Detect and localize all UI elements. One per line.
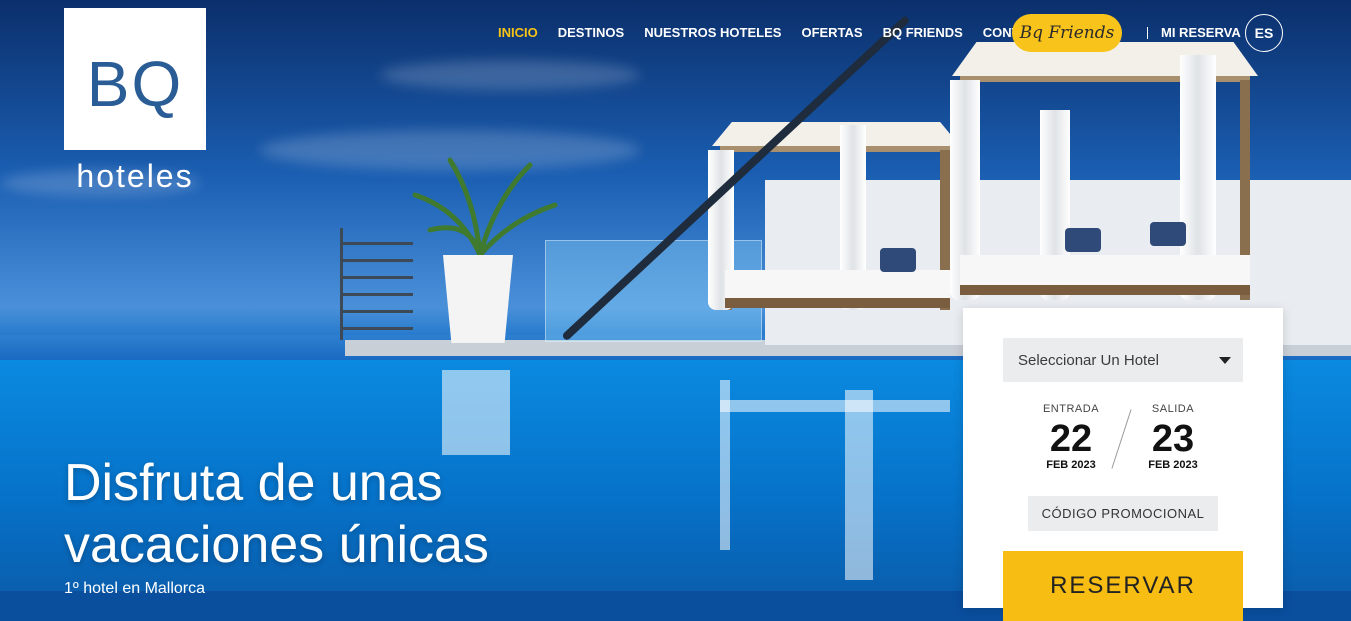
white-planter [443,255,513,343]
hotel-select-value: Seleccionar Un Hotel [1018,351,1159,369]
checkout-month: FEB 2023 [1148,459,1198,471]
reserve-button[interactable]: RESERVAR [1003,551,1243,621]
nav-item-bq-friends[interactable]: BQ FRIENDS [883,25,963,41]
nav-item-destinos[interactable]: DESTINOS [558,25,624,41]
checkout-label: SALIDA [1151,403,1195,415]
hero-subline: 1º hotel en Mallorca [64,580,206,597]
hero-headline-line2: vacaciones únicas [64,516,489,574]
logo-text: BQ [86,48,184,120]
logo-subtext: hoteles [76,158,194,194]
nav-item-nuestros-hoteles[interactable]: NUESTROS HOTELES [644,25,781,41]
bq-friends-button[interactable]: Bq Friends [1012,14,1122,52]
checkin-month: FEB 2023 [1046,459,1096,471]
language-selector[interactable]: ES [1245,14,1283,52]
hero-headline-line1: Disfruta de unas [64,454,443,512]
palm-plant [412,157,558,258]
nav-item-ofertas[interactable]: OFERTAS [801,25,862,41]
promo-code-button[interactable]: CÓDIGO PROMOCIONAL [1028,496,1218,531]
main-nav: INICIO DESTINOS NUESTROS HOTELES OFERTAS… [498,25,1055,41]
hero-headline: Disfruta de unas vacaciones únicas [64,452,584,576]
checkout-day: 23 [1151,418,1195,460]
nav-item-inicio[interactable]: INICIO [498,25,538,41]
mi-reserva-link[interactable]: MI RESERVA [1161,25,1241,40]
booking-widget: Seleccionar Un Hotel ENTRADA 22 FEB 2023… [963,308,1283,621]
checkin-day: 22 [1049,418,1093,460]
checkout-date[interactable]: SALIDA 23 FEB 2023 [1123,403,1223,471]
nav-divider [1147,27,1148,39]
checkin-label: ENTRADA [1042,403,1100,415]
logo[interactable]: BQ [64,8,206,150]
checkin-date[interactable]: ENTRADA 22 FEB 2023 [1021,403,1121,471]
hotel-select[interactable]: Seleccionar Un Hotel [1003,338,1243,382]
chevron-down-icon [1219,357,1231,364]
